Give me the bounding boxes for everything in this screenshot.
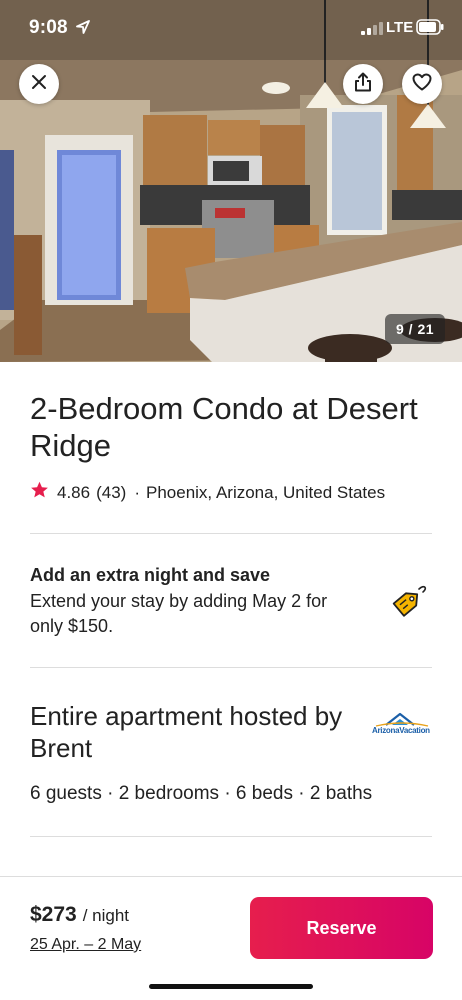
close-icon [31, 74, 47, 95]
battery-icon [416, 19, 444, 40]
host-logo-text: ArizonaVacation [372, 726, 430, 735]
host-logo-graphic [375, 712, 429, 727]
signal-icon [361, 22, 383, 40]
separator-dot: · [134, 482, 140, 502]
per-night-label: / night [82, 906, 130, 925]
divider [30, 667, 432, 668]
nightly-price: $273 [30, 903, 77, 926]
share-button[interactable] [343, 64, 383, 104]
divider [30, 533, 432, 534]
host-title: Entire apartment hosted by Brent [30, 701, 343, 763]
booking-footer: $273 / night 25 Apr. – 2 May Reserve [0, 876, 462, 1000]
share-icon [354, 72, 372, 97]
review-count[interactable]: (43) [96, 483, 126, 503]
listing-location[interactable]: Phoenix, Arizona, United States [146, 483, 385, 503]
photo-counter: 9 / 21 [385, 314, 445, 344]
reserve-button[interactable]: Reserve [250, 897, 433, 959]
star-icon [30, 481, 49, 504]
status-time: 9:08 [29, 17, 68, 38]
home-indicator [149, 984, 313, 989]
listing-title: 2-Bedroom Condo at Desert Ridge [30, 391, 418, 463]
trip-dates-link[interactable]: 25 Apr. – 2 May [30, 936, 141, 954]
rating-location-row: 4.86 (43) · Phoenix, Arizona, United Sta… [30, 481, 385, 504]
network-type: LTE [386, 19, 414, 36]
heart-icon [412, 73, 432, 96]
save-to-wishlist-button[interactable] [402, 64, 442, 104]
listing-photo-carousel[interactable]: 9:08 LTE 9 / 21 [0, 0, 462, 362]
location-arrow-icon [76, 20, 90, 39]
status-bar: 9:08 LTE [0, 0, 462, 56]
promo-title: Add an extra night and save [30, 565, 271, 585]
promo-text: Extend your stay by adding May 2 for onl… [30, 591, 328, 636]
host-details: 6 guests · 2 bedrooms · 6 beds · 2 baths [30, 783, 373, 804]
price-line: $273 / night [30, 903, 129, 927]
host-logo[interactable]: ArizonaVacation [372, 711, 432, 745]
rating-value: 4.86 [57, 482, 91, 502]
divider [30, 836, 432, 837]
close-button[interactable] [19, 64, 59, 104]
price-tag-icon [386, 580, 430, 629]
